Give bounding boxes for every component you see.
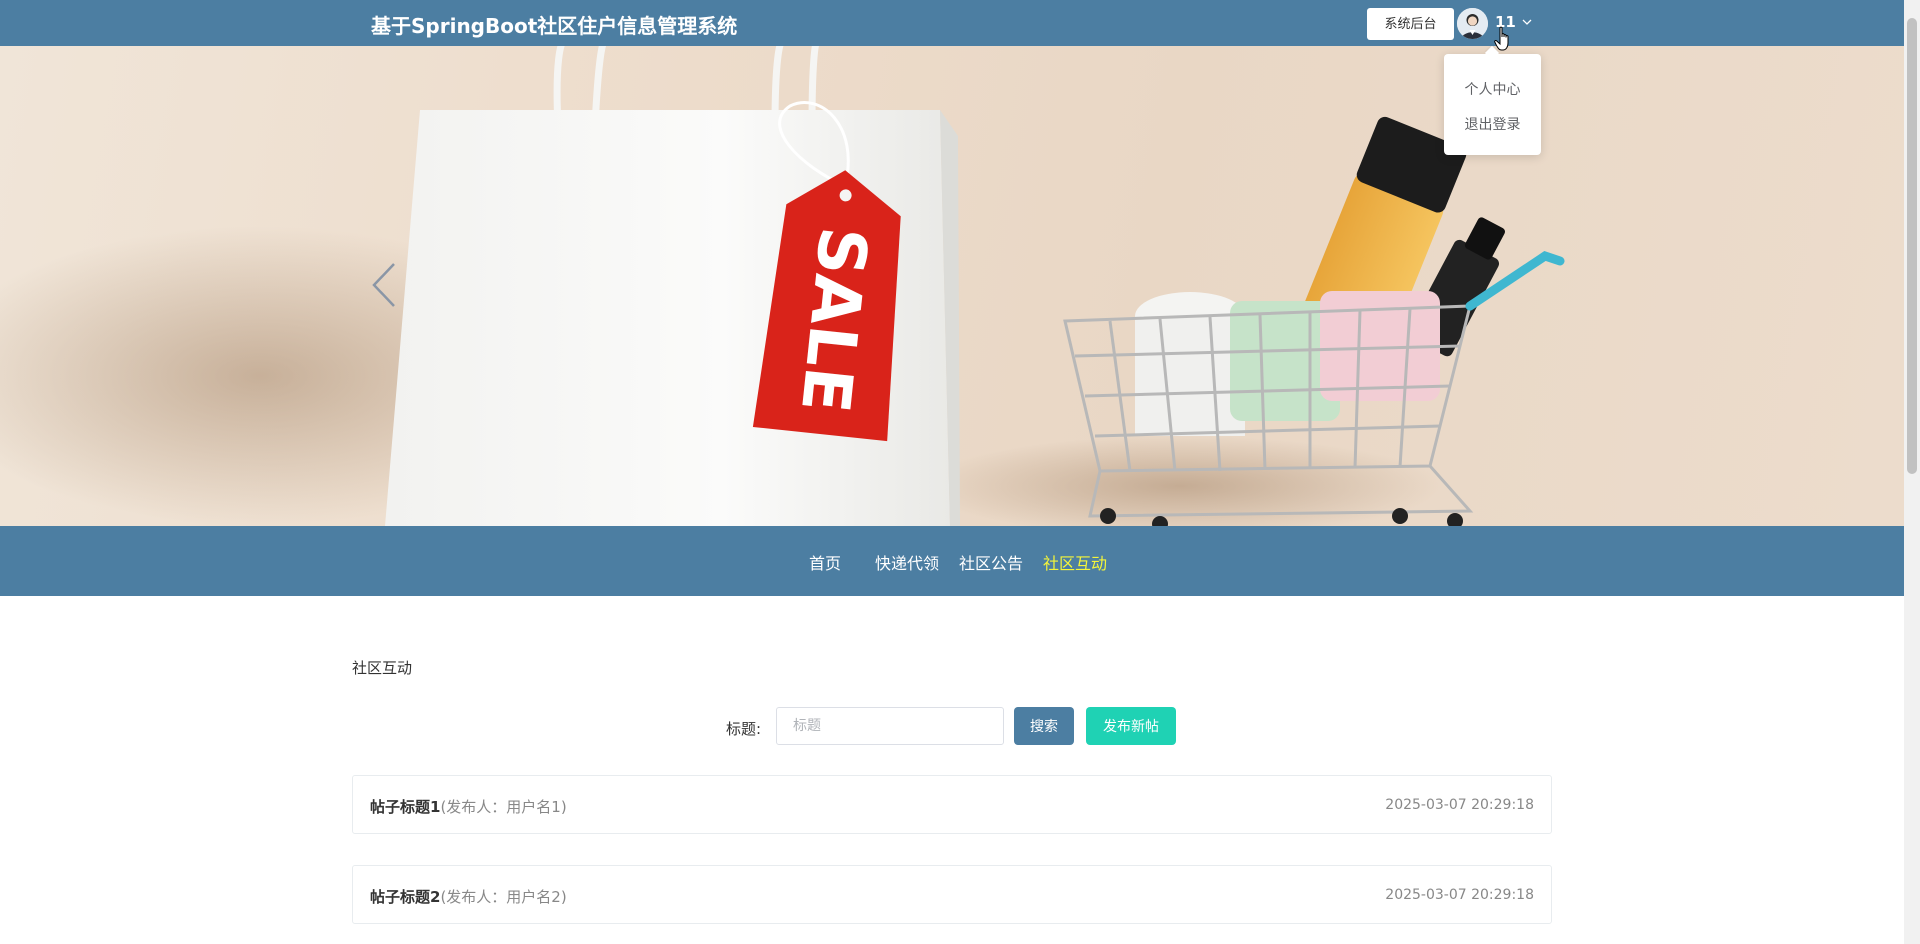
avatar-image: [1457, 8, 1488, 39]
nav-item-home[interactable]: 首页: [809, 550, 841, 574]
admin-panel-button[interactable]: 系统后台: [1367, 8, 1454, 40]
carousel-prev-arrow-icon[interactable]: [370, 262, 398, 308]
post-author: (发布人：用户名2): [440, 888, 567, 906]
title-search-input[interactable]: [776, 707, 1004, 745]
user-dropdown-menu: 个人中心 退出登录: [1444, 54, 1541, 155]
post-date: 2025-03-07 20:29:18: [1385, 887, 1534, 903]
site-title: 基于SpringBoot社区住户信息管理系统: [371, 14, 738, 38]
post-title-line: 帖子标题1(发布人：用户名1): [370, 796, 567, 817]
post-title: 帖子标题2: [370, 888, 441, 906]
chevron-down-icon: [1522, 19, 1532, 25]
menu-item-logout[interactable]: 退出登录: [1444, 114, 1541, 134]
post-title-line: 帖子标题2(发布人：用户名2): [370, 886, 567, 907]
scrollbar-thumb[interactable]: [1907, 18, 1917, 474]
page-title: 社区互动: [352, 659, 413, 677]
post-title: 帖子标题1: [370, 798, 441, 816]
post-list-item[interactable]: 帖子标题1(发布人：用户名1) 2025-03-07 20:29:18: [352, 775, 1552, 834]
post-list-item[interactable]: 帖子标题2(发布人：用户名2) 2025-03-07 20:29:18: [352, 865, 1552, 924]
menu-item-personal-center[interactable]: 个人中心: [1444, 79, 1541, 99]
search-button[interactable]: 搜索: [1014, 707, 1074, 745]
nav-item-announcements[interactable]: 社区公告: [959, 550, 1023, 574]
user-avatar[interactable]: [1457, 8, 1488, 39]
banner-carousel: SALE: [0, 46, 1904, 526]
main-nav: 首页 快递代领 社区公告 社区互动: [0, 526, 1904, 596]
nav-item-express-pickup[interactable]: 快递代领: [875, 550, 939, 574]
hand-pointer-icon: [1494, 26, 1509, 51]
post-date: 2025-03-07 20:29:18: [1385, 797, 1534, 813]
top-header: 基于SpringBoot社区住户信息管理系统 系统后台 11: [0, 0, 1904, 46]
new-post-button[interactable]: 发布新帖: [1086, 707, 1176, 745]
search-label: 标题:: [726, 720, 762, 738]
banner-image: SALE: [0, 46, 1565, 526]
post-author: (发布人：用户名1): [440, 798, 567, 816]
nav-item-community-interaction[interactable]: 社区互动: [1043, 550, 1107, 574]
page-scrollbar[interactable]: [1904, 0, 1920, 944]
